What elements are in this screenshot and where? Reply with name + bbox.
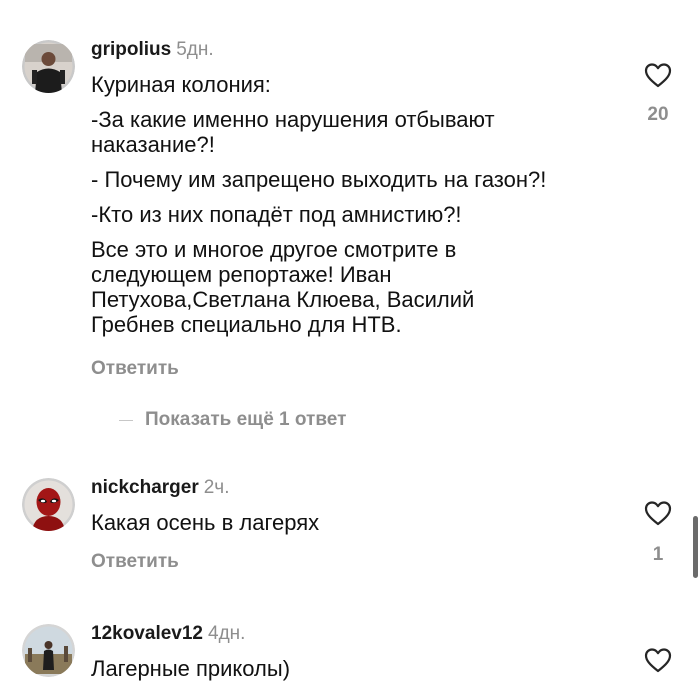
comment-text: Какая осень в лагерях xyxy=(91,510,651,545)
comment-paragraph: -За какие именно нарушения отбывают нака… xyxy=(91,107,495,157)
show-more-replies-button[interactable]: Показать ещё 1 ответ xyxy=(119,408,346,432)
comment-paragraph: - Почему им запрещено выходить на газон?… xyxy=(91,167,547,192)
username[interactable]: 12kovalev12 xyxy=(91,623,203,644)
username[interactable]: gripolius xyxy=(91,39,171,60)
comment-text: Куриная колония: -За какие именно наруше… xyxy=(91,72,651,347)
comment-paragraph: -Кто из них попадёт под амнистию?! xyxy=(91,202,462,227)
scrollbar[interactable] xyxy=(693,516,698,578)
avatar[interactable] xyxy=(22,624,75,677)
comment-header: 12kovalev12 4дн. xyxy=(91,623,245,645)
username[interactable]: nickcharger xyxy=(91,477,199,498)
avatar[interactable] xyxy=(22,40,75,93)
comment-paragraph: Лагерные приколы) xyxy=(91,656,291,681)
like-count: 20 xyxy=(647,104,669,125)
comment-paragraph: Какая осень в лагерях xyxy=(91,510,320,535)
comment-item: gripolius 5дн. Куриная колония: -За какие… xyxy=(0,0,700,400)
timestamp: 4дн. xyxy=(208,623,246,644)
masked-hero-avatar-icon xyxy=(22,478,75,531)
divider xyxy=(119,419,133,421)
person-avatar-icon xyxy=(22,40,75,93)
comment-header: gripolius 5дн. xyxy=(91,39,214,61)
comment-paragraph: Все это и многое другое смотрите в следу… xyxy=(91,237,475,337)
heart-outline-icon xyxy=(644,63,672,88)
person-outdoor-avatar-icon xyxy=(22,624,75,677)
heart-outline-icon xyxy=(644,501,672,526)
comment-item: nickcharger 2ч. Какая осень в лагерях Отв… xyxy=(0,460,700,590)
like-button[interactable] xyxy=(644,500,672,526)
comment-header: nickcharger 2ч. xyxy=(91,477,229,499)
like-button[interactable] xyxy=(644,62,672,88)
like-button[interactable] xyxy=(644,647,672,673)
comment-paragraph: Куриная колония: xyxy=(91,72,271,97)
comment-item: 12kovalev12 4дн. Лагерные приколы) xyxy=(0,600,700,693)
reply-button[interactable]: Ответить xyxy=(91,358,179,380)
timestamp: 2ч. xyxy=(203,477,230,498)
reply-button[interactable]: Ответить xyxy=(91,551,179,573)
comment-text: Лагерные приколы) xyxy=(91,656,651,691)
like-count: 1 xyxy=(652,544,664,565)
heart-outline-icon xyxy=(644,648,672,673)
avatar[interactable] xyxy=(22,478,75,531)
timestamp: 5дн. xyxy=(176,39,214,60)
show-more-replies-label: Показать ещё 1 ответ xyxy=(145,409,347,430)
